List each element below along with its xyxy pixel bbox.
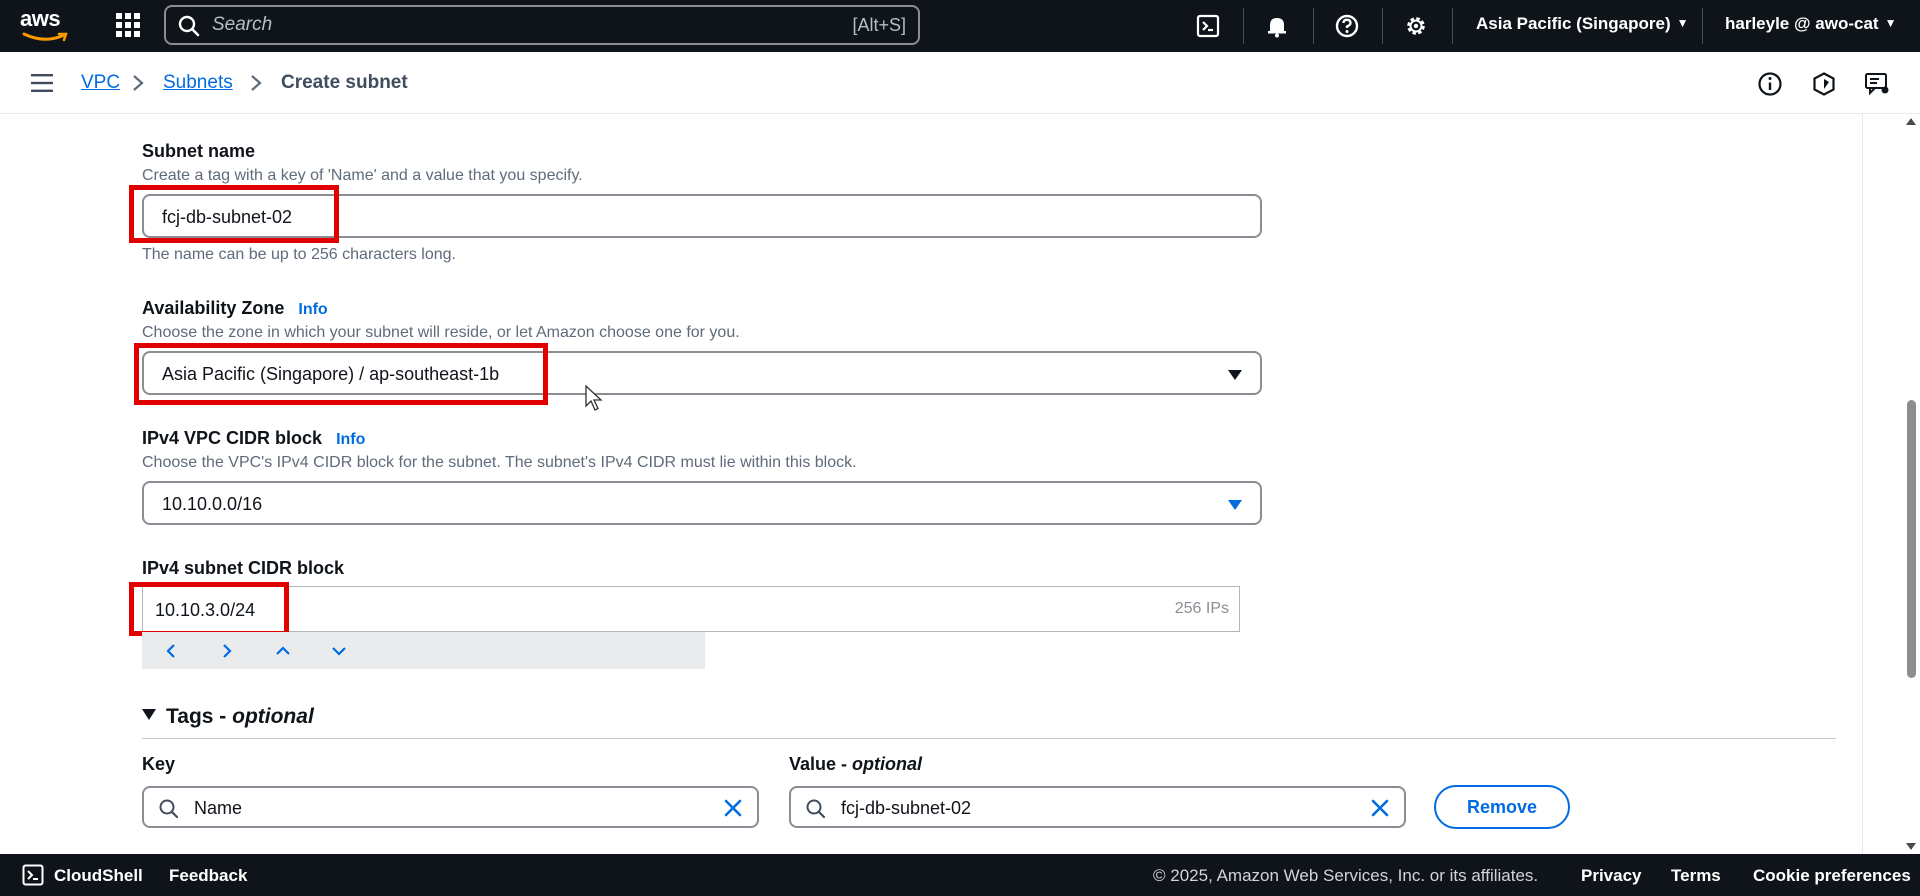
vpc-cidr-description: Choose the VPC's IPv4 CIDR block for the… (142, 454, 857, 471)
highlight-box (129, 582, 289, 636)
tag-value-label-text: Value - (789, 754, 853, 774)
breadcrumb-subnets[interactable]: Subnets (163, 72, 233, 94)
highlight-box (134, 343, 548, 405)
nav-divider (1313, 8, 1314, 44)
caret-down-icon: ▼ (1884, 16, 1897, 30)
tag-value-field[interactable] (789, 786, 1406, 828)
cloudshell-link[interactable]: CloudShell (54, 866, 143, 886)
search-icon (159, 799, 179, 819)
help-button[interactable] (1332, 11, 1362, 41)
cidr-stepper (142, 632, 705, 669)
chevron-right-icon[interactable] (216, 640, 238, 662)
nav-divider (1452, 8, 1453, 44)
vpc-cidr-value: 10.10.0.0/16 (162, 494, 263, 514)
terminal-icon (1196, 14, 1220, 38)
privacy-link[interactable]: Privacy (1581, 866, 1642, 886)
vpc-cidr-select[interactable]: 10.10.0.0/16 (142, 481, 1262, 525)
vpc-cidr-info-link[interactable]: Info (336, 431, 365, 448)
caret-down-icon: ▼ (1676, 16, 1689, 30)
page-scrollbar[interactable] (1902, 114, 1920, 854)
scrollbar-thumb[interactable] (1907, 400, 1916, 678)
search-icon (178, 15, 200, 37)
account-label: harleyle @ awo-cat (1725, 14, 1879, 33)
tag-value-label: Value - optional (789, 754, 922, 775)
subnet-name-hint: The name can be up to 256 characters lon… (142, 246, 456, 263)
chevron-right-icon (133, 75, 144, 91)
availability-zone-info-link[interactable]: Info (298, 301, 327, 318)
help-icon (1335, 14, 1359, 38)
tags-section-toggle[interactable]: Tags - optional (142, 705, 314, 729)
subnet-cidr-label: IPv4 subnet CIDR block (142, 558, 345, 578)
tag-key-label: Key (142, 754, 176, 774)
settings-button[interactable] (1401, 11, 1431, 41)
search-icon (806, 799, 826, 819)
tag-value-label-optional: optional (852, 754, 923, 774)
chevron-up-icon[interactable] (272, 640, 294, 662)
clear-icon[interactable] (723, 798, 743, 818)
region-label: Asia Pacific (Singapore) (1476, 14, 1671, 33)
global-search[interactable]: [Alt+S] (164, 5, 920, 45)
nav-divider (1243, 8, 1244, 44)
breadcrumb-bar: VPC Subnets Create subnet (0, 52, 1920, 114)
subnet-name-description: Create a tag with a key of 'Name' and a … (142, 167, 583, 184)
notifications-panel-icon[interactable] (1864, 71, 1890, 97)
aws-smile-icon (22, 32, 68, 42)
feedback-link[interactable]: Feedback (169, 866, 247, 886)
scroll-down-arrow-icon[interactable] (1906, 843, 1916, 850)
divider (142, 738, 1836, 739)
remove-tag-button[interactable]: Remove (1434, 785, 1570, 829)
availability-zone-label-text: Availability Zone (142, 298, 285, 318)
breadcrumb-current: Create subnet (281, 72, 408, 93)
gear-icon (1407, 17, 1425, 35)
ip-count: 256 IPs (1174, 600, 1229, 617)
vpc-cidr-label: IPv4 VPC CIDR block Info (142, 428, 365, 449)
top-navigation: aws [Alt+S] (0, 0, 1920, 52)
breadcrumb-vpc[interactable]: VPC (81, 72, 120, 94)
notifications-button[interactable] (1262, 11, 1292, 41)
mouse-cursor-icon (585, 384, 603, 411)
nav-divider (1702, 8, 1703, 44)
aws-logo[interactable]: aws (20, 8, 72, 44)
chevron-left-icon[interactable] (160, 640, 182, 662)
tag-key-input[interactable] (194, 796, 634, 820)
search-shortcut: [Alt+S] (852, 15, 906, 35)
nav-divider (1382, 8, 1383, 44)
caret-down-icon (1228, 370, 1242, 380)
copyright-text: © 2025, Amazon Web Services, Inc. or its… (1153, 866, 1539, 885)
security-hexagon-icon[interactable] (1811, 71, 1837, 97)
menu-icon[interactable] (30, 72, 54, 94)
subnet-cidr-field[interactable]: 256 IPs (142, 586, 1240, 632)
vpc-cidr-label-text: IPv4 VPC CIDR block (142, 428, 323, 448)
account-menu[interactable]: harleyle @ awo-cat ▼ (1725, 14, 1896, 34)
bell-icon (1268, 18, 1286, 38)
tag-value-input[interactable] (841, 796, 1281, 820)
cloudshell-nav-button[interactable] (1193, 11, 1223, 41)
terminal-icon (22, 864, 44, 886)
caret-down-icon (142, 709, 156, 720)
tags-heading-optional: optional (232, 705, 314, 728)
aws-logo-text: aws (20, 6, 61, 31)
info-icon[interactable] (1757, 71, 1783, 97)
region-selector[interactable]: Asia Pacific (Singapore) ▼ (1476, 14, 1689, 34)
terms-link[interactable]: Terms (1671, 866, 1721, 886)
scroll-up-arrow-icon[interactable] (1906, 118, 1916, 125)
services-grid-icon[interactable] (115, 12, 141, 38)
clear-icon[interactable] (1370, 798, 1390, 818)
chevron-down-icon[interactable] (328, 640, 350, 662)
tags-heading: Tags - (166, 705, 233, 728)
search-input[interactable] (212, 12, 772, 38)
highlight-box (129, 185, 339, 243)
caret-down-icon (1228, 500, 1242, 510)
subnet-name-label: Subnet name (142, 141, 256, 161)
chevron-right-icon (251, 75, 262, 91)
tag-key-field[interactable] (142, 786, 759, 828)
panel-divider (1862, 114, 1863, 854)
availability-zone-description: Choose the zone in which your subnet wil… (142, 324, 740, 341)
cookie-preferences-link[interactable]: Cookie preferences (1753, 866, 1911, 886)
footer: CloudShell Feedback © 2025, Amazon Web S… (0, 854, 1920, 896)
availability-zone-label: Availability Zone Info (142, 298, 328, 319)
